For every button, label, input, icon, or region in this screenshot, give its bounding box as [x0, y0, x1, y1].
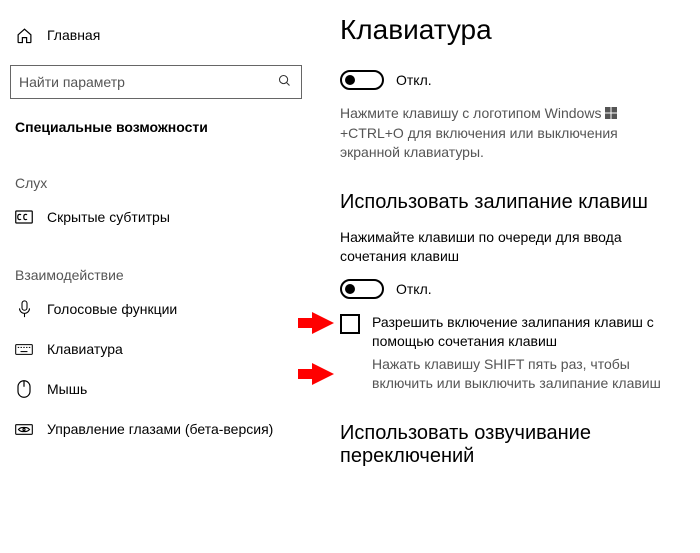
sidebar-group-hearing: Слух	[10, 145, 302, 197]
sidebar-item-mouse[interactable]: Мышь	[10, 369, 302, 409]
onscreen-keyboard-hint: Нажмите клавишу с логотипом Windows +CTR…	[340, 104, 675, 163]
sticky-keys-desc: Нажимайте клавиши по очереди для ввода с…	[340, 228, 675, 267]
onscreen-keyboard-toggle[interactable]	[340, 70, 384, 90]
sidebar-item-label: Скрытые субтитры	[47, 209, 170, 225]
sidebar-item-closed-captions[interactable]: Скрытые субтитры	[10, 197, 302, 237]
home-icon	[15, 27, 33, 44]
sidebar-item-label: Мышь	[47, 381, 87, 397]
sidebar-item-label: Главная	[47, 27, 100, 43]
sidebar-item-label: Управление глазами (бета-версия)	[47, 421, 273, 437]
sidebar-item-eye-control[interactable]: Управление глазами (бета-версия)	[10, 409, 302, 449]
sidebar-item-keyboard[interactable]: Клавиатура	[10, 329, 302, 369]
sticky-keys-toggle[interactable]	[340, 279, 384, 299]
sidebar-item-home[interactable]: Главная	[10, 15, 302, 55]
checkbox-hint: Нажать клавишу SHIFT пять раз, чтобы вкл…	[372, 355, 675, 394]
mouse-icon	[15, 380, 33, 398]
search-field[interactable]	[19, 74, 277, 90]
sidebar-item-label: Клавиатура	[47, 341, 123, 357]
toggle-state-label: Откл.	[396, 281, 432, 297]
toggle-state-label: Откл.	[396, 72, 432, 88]
annotation-arrow-icon	[312, 312, 334, 334]
toggle-keys-sound-heading: Использовать озвучивание переключений	[340, 422, 675, 468]
mic-icon	[15, 300, 33, 318]
windows-logo-icon	[605, 107, 617, 119]
sidebar-heading: Специальные возможности	[10, 107, 302, 145]
cc-icon	[15, 210, 33, 224]
eye-icon	[15, 423, 33, 436]
sticky-keys-shortcut-checkbox[interactable]	[340, 314, 360, 334]
sidebar-group-interaction: Взаимодействие	[10, 237, 302, 289]
sidebar-item-voice[interactable]: Голосовые функции	[10, 289, 302, 329]
search-icon	[277, 73, 293, 91]
sidebar-item-label: Голосовые функции	[47, 301, 177, 317]
sticky-keys-heading: Использовать залипание клавиш	[340, 191, 675, 214]
keyboard-icon	[15, 343, 33, 356]
page-title: Клавиатура	[340, 14, 675, 46]
checkbox-label: Разрешить включение залипания клавиш с п…	[372, 313, 675, 351]
annotation-arrow-icon	[312, 363, 334, 385]
search-input[interactable]	[10, 65, 302, 99]
